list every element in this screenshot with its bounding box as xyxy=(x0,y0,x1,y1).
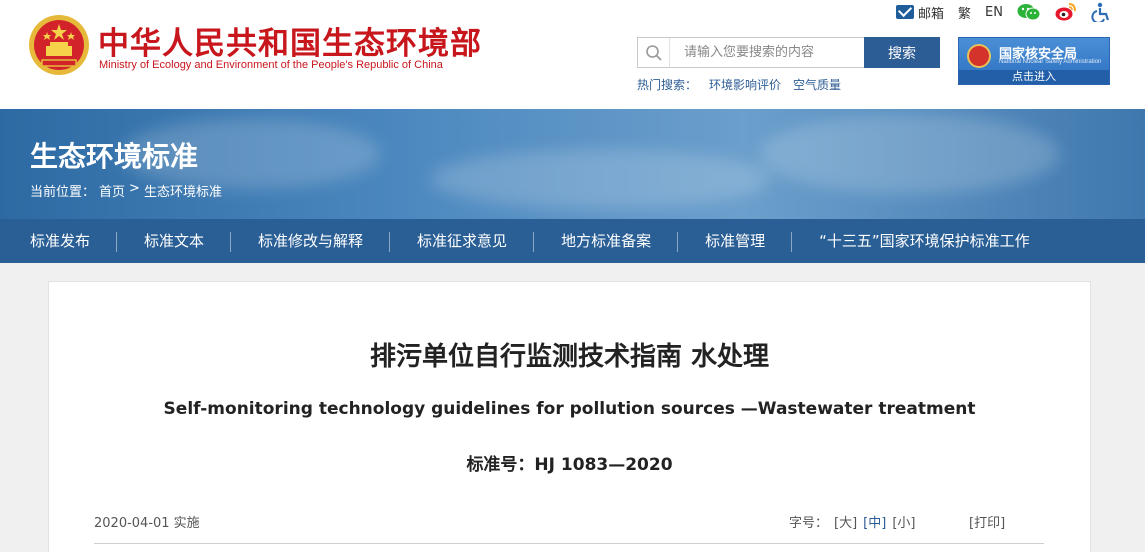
nav-item-management[interactable]: 标准管理 xyxy=(678,219,793,263)
mail-label: 邮箱 xyxy=(918,6,945,22)
breadcrumb-current[interactable]: 生态环境标准 xyxy=(144,181,222,200)
search-button[interactable]: 搜索 xyxy=(864,37,940,68)
breadcrumb-home[interactable]: 首页 xyxy=(99,181,125,200)
font-small-button[interactable]: [小] xyxy=(892,512,915,531)
traditional-chinese-link[interactable]: 繁 xyxy=(958,3,971,22)
breadcrumb-separator: > xyxy=(129,181,140,196)
breadcrumb: 当前位置： 首页 > 生态环境标准 xyxy=(30,181,222,200)
top-toolbar: 邮箱 繁 EN xyxy=(896,2,1111,22)
divider xyxy=(94,543,1044,544)
font-medium-button[interactable]: [中] xyxy=(863,512,886,531)
main-nav: 标准发布 标准文本 标准修改与解释 标准征求意见 地方标准备案 标准管理 “十三… xyxy=(0,219,1145,263)
nav-item-revision[interactable]: 标准修改与解释 xyxy=(231,219,391,263)
font-large-button[interactable]: [大] xyxy=(834,512,857,531)
nav-item-13th-five-year[interactable]: “十三五”国家环境保护标准工作 xyxy=(792,219,1057,263)
nav-item-standard-release[interactable]: 标准发布 xyxy=(0,219,118,263)
site-title[interactable]: 中华人民共和国生态环境部 xyxy=(98,18,482,63)
article-title-en: Self-monitoring technology guidelines fo… xyxy=(163,399,976,419)
nav-item-standard-text[interactable]: 标准文本 xyxy=(117,219,232,263)
national-emblem-icon[interactable] xyxy=(28,14,90,76)
breadcrumb-label: 当前位置： xyxy=(30,185,96,200)
weibo-icon[interactable] xyxy=(1055,2,1077,22)
accessibility-icon[interactable] xyxy=(1091,2,1111,22)
font-size-control: 字号： [大] [中] [小] xyxy=(789,512,915,531)
section-banner: 生态环境标准 当前位置： 首页 > 生态环境标准 xyxy=(0,109,1145,219)
nav-item-consultation[interactable]: 标准征求意见 xyxy=(390,219,535,263)
english-link[interactable]: EN xyxy=(985,5,1003,20)
search-box xyxy=(637,37,864,68)
cloud-decoration xyxy=(430,149,770,209)
search-input[interactable] xyxy=(670,39,864,66)
wechat-icon[interactable] xyxy=(1017,3,1041,21)
nav-item-local-filing[interactable]: 地方标准备案 xyxy=(534,219,679,263)
hot-search-label: 热门搜索： xyxy=(637,78,698,92)
hot-search-item[interactable]: 环境影响评价 xyxy=(709,76,781,93)
nsa-emblem-icon xyxy=(967,44,991,68)
standard-code: 标准号：HJ 1083—2020 xyxy=(466,455,673,475)
article-title: 排污单位自行监测技术指南 水处理 xyxy=(369,342,770,372)
site-header: 中华人民共和国生态环境部 Ministry of Ecology and Env… xyxy=(0,0,1145,109)
nsa-banner-link[interactable]: 国家核安全局 National Nuclear Safety Administr… xyxy=(958,37,1110,85)
article-panel: 排污单位自行监测技术指南 水处理 Self-monitoring technol… xyxy=(48,281,1091,552)
nsa-subtitle: National Nuclear Safety Administration xyxy=(999,59,1102,65)
nsa-enter-label: 点击进入 xyxy=(959,70,1109,84)
search-icon xyxy=(638,38,670,67)
font-size-label: 字号： xyxy=(789,516,829,531)
search-bar: 搜索 xyxy=(637,37,940,68)
effective-date: 2020-04-01 实施 xyxy=(94,516,200,531)
hot-search-item[interactable]: 空气质量 xyxy=(793,76,841,93)
section-title: 生态环境标准 xyxy=(30,140,199,173)
hot-search: 热门搜索： 环境影响评价 空气质量 xyxy=(637,76,841,93)
print-button[interactable]: [打印] xyxy=(969,512,1005,531)
site-subtitle-en: Ministry of Ecology and Environment of t… xyxy=(99,59,443,71)
cloud-decoration xyxy=(760,114,1060,194)
mail-icon xyxy=(896,5,915,19)
mail-link[interactable]: 邮箱 xyxy=(896,3,944,22)
